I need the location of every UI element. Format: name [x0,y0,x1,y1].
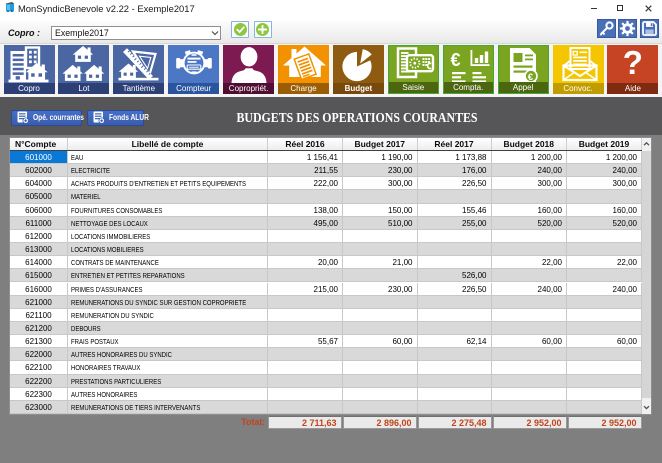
svg-text:€: € [451,50,461,70]
